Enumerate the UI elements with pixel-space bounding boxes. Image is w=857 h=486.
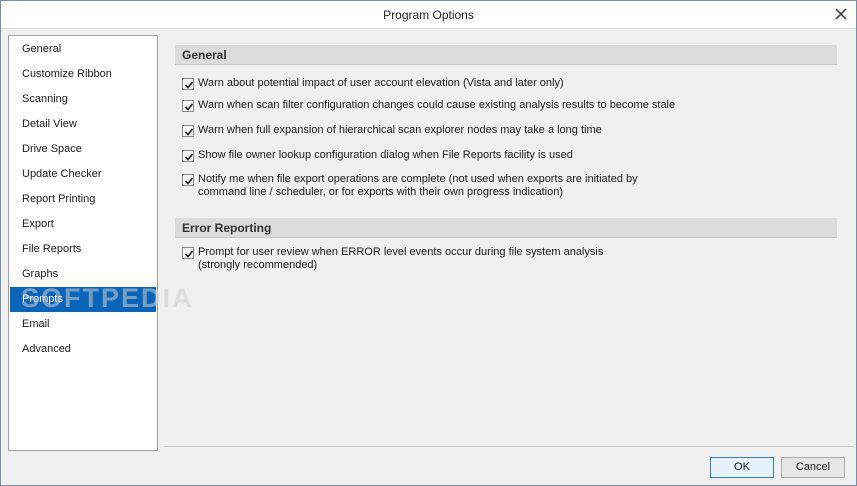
option-warn-scan-filter[interactable]: Warn when scan filter configuration chan…	[182, 99, 822, 113]
ok-button[interactable]: OK	[710, 457, 774, 478]
nav-item-graphs[interactable]: Graphs	[10, 262, 156, 287]
nav-item-general[interactable]: General	[10, 37, 156, 62]
option-prompt-error-review[interactable]: Prompt for user review when ERROR level …	[182, 246, 822, 274]
program-options-dialog: Program Options General Customize Ribbon…	[0, 0, 857, 486]
nav-item-scanning[interactable]: Scanning	[10, 87, 156, 112]
checkbox-warn-full-expansion[interactable]	[182, 125, 194, 137]
option-label: Notify me when file export operations ar…	[198, 173, 638, 198]
footer-divider	[164, 446, 854, 447]
close-button[interactable]	[830, 3, 852, 25]
title-bar[interactable]: Program Options	[1, 1, 856, 29]
nav-item-report-printing[interactable]: Report Printing	[10, 187, 156, 212]
nav-item-export[interactable]: Export	[10, 212, 156, 237]
checkmark-icon	[184, 103, 194, 111]
option-warn-elevation[interactable]: Warn about potential impact of user acco…	[182, 77, 822, 91]
option-label: Show file owner lookup configuration dia…	[198, 149, 573, 161]
nav-item-customize-ribbon[interactable]: Customize Ribbon	[10, 62, 156, 87]
checkbox-show-owner-lookup[interactable]	[182, 150, 194, 162]
checkbox-notify-export-complete[interactable]	[182, 174, 194, 186]
option-warn-full-expansion[interactable]: Warn when full expansion of hierarchical…	[182, 124, 822, 138]
cancel-button[interactable]: Cancel	[781, 457, 845, 478]
option-label: Prompt for user review when ERROR level …	[198, 246, 604, 271]
nav-item-detail-view[interactable]: Detail View	[10, 112, 156, 137]
checkbox-warn-elevation[interactable]	[182, 78, 194, 90]
checkmark-icon	[184, 81, 194, 89]
option-label: Warn when full expansion of hierarchical…	[198, 124, 602, 136]
dialog-title: Program Options	[383, 8, 474, 22]
nav-item-file-reports[interactable]: File Reports	[10, 237, 156, 262]
option-label: Warn when scan filter configuration chan…	[198, 99, 676, 111]
section-header-general: General	[175, 45, 837, 65]
option-label: Warn about potential impact of user acco…	[198, 77, 564, 89]
nav-item-advanced[interactable]: Advanced	[10, 337, 156, 362]
nav-item-prompts[interactable]: Prompts	[10, 287, 156, 312]
section-header-error-reporting: Error Reporting	[175, 218, 837, 238]
nav-item-drive-space[interactable]: Drive Space	[10, 137, 156, 162]
option-notify-export-complete[interactable]: Notify me when file export operations ar…	[182, 173, 822, 201]
nav-item-email[interactable]: Email	[10, 312, 156, 337]
option-show-owner-lookup[interactable]: Show file owner lookup configuration dia…	[182, 149, 822, 163]
close-icon	[835, 8, 847, 20]
options-category-list[interactable]: General Customize Ribbon Scanning Detail…	[8, 35, 158, 451]
checkmark-icon	[184, 153, 194, 161]
checkbox-warn-scan-filter[interactable]	[182, 100, 194, 112]
checkmark-icon	[184, 250, 194, 258]
nav-item-update-checker[interactable]: Update Checker	[10, 162, 156, 187]
checkmark-icon	[184, 128, 194, 136]
checkmark-icon	[184, 177, 194, 185]
checkbox-prompt-error-review[interactable]	[182, 247, 194, 259]
